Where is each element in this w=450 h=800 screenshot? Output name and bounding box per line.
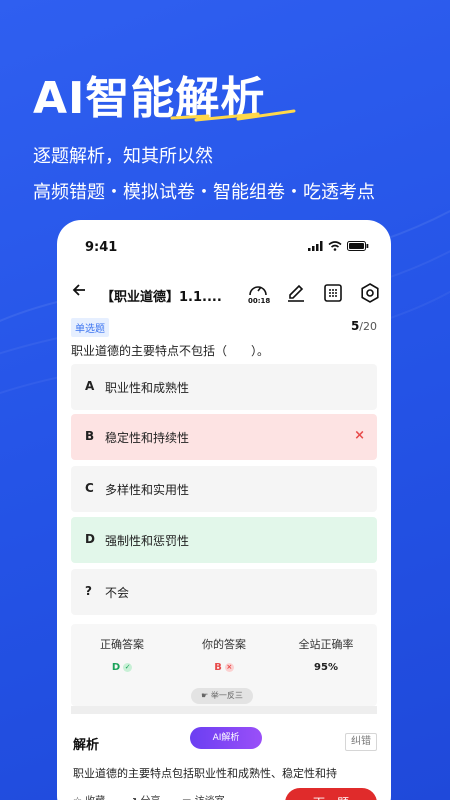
option-text: 强制性和惩罚性 [105, 534, 190, 548]
edit-icon[interactable] [285, 282, 307, 304]
cross-icon: × [224, 662, 234, 672]
option-a[interactable]: A 职业性和成熟性 [71, 364, 377, 410]
status-time: 9:41 [85, 240, 118, 255]
wifi-icon [328, 241, 342, 251]
option-letter: C [85, 481, 94, 495]
option-letter: D [85, 532, 95, 546]
option-text: 稳定性和持续性 [105, 431, 190, 445]
hero-underline-decoration [170, 109, 296, 122]
stat-accuracy-rate: 全站正确率 95% [275, 636, 377, 673]
your-answer-value: B [214, 662, 222, 673]
status-icons [308, 241, 369, 251]
question-type-badge: 单选题 [71, 318, 109, 337]
stat-your-answer: 你的答案 B × [173, 636, 275, 673]
option-unknown[interactable]: ? 不会 [71, 569, 377, 615]
hero-subtitle: 逐题解析，知其所以然 [33, 146, 213, 167]
favorite-button[interactable]: ☆ 收藏 [73, 792, 105, 800]
accuracy-rate-value: 95% [314, 662, 338, 673]
option-text: 多样性和实用性 [105, 483, 190, 497]
answer-card-icon[interactable] [322, 282, 344, 304]
option-text: 不会 [105, 586, 130, 600]
analysis-text: 职业道德的主要特点包括职业性和成熟性、稳定性和持 [73, 767, 337, 780]
check-icon: ✓ [123, 662, 133, 672]
option-letter: B [85, 429, 95, 443]
option-letter: A [85, 379, 95, 393]
analysis-title: 解析 [73, 738, 100, 753]
ai-analysis-button[interactable]: AI解析 [190, 727, 262, 749]
lecture-button[interactable]: ▭ 访谈室 [182, 792, 225, 800]
stat-label: 正确答案 [100, 638, 144, 651]
top-navigation: 【职业道德】1.1.... 00:18 [57, 280, 391, 310]
question-total: /20 [359, 320, 377, 333]
option-c[interactable]: C 多样性和实用性 [71, 466, 377, 512]
next-question-button[interactable]: 下一题 [285, 788, 377, 800]
stat-label: 全站正确率 [298, 638, 354, 651]
status-bar: 9:41 [57, 220, 391, 270]
battery-icon [347, 241, 369, 251]
stat-correct-answer: 正确答案 D ✓ [71, 636, 173, 673]
option-d[interactable]: D 强制性和惩罚性 [71, 517, 377, 563]
stat-label: 你的答案 [202, 638, 246, 651]
settings-icon[interactable] [359, 282, 381, 304]
page-title: 【职业道德】1.1.... [101, 290, 222, 305]
section-divider [71, 706, 377, 714]
question-text: 职业道德的主要特点不包括（ ）。 [71, 344, 270, 358]
signal-icon [308, 241, 323, 251]
wrong-mark-icon: × [354, 428, 365, 443]
option-b[interactable]: B 稳定性和持续性 × [71, 414, 377, 460]
back-arrow-icon[interactable] [71, 282, 87, 303]
phone-mockup: 9:41 【职业道德】1.1.... 00:18 单选题 5/20 职业道德的主… [57, 220, 391, 800]
timer-value: 00:18 [248, 297, 271, 305]
bottom-action-bar: ☆ 收藏 ↗ 分享 ▭ 访谈室 下一题 [57, 786, 391, 800]
question-counter: 5/20 [351, 319, 377, 333]
correct-answer-value: D [111, 662, 121, 673]
option-letter: ? [85, 584, 92, 598]
share-button[interactable]: ↗ 分享 [129, 792, 161, 800]
option-text: 职业性和成熟性 [105, 381, 190, 395]
hero-feature-list: 高频错题・模拟试卷・智能组卷・吃透考点 [33, 182, 375, 203]
expand-similar-button[interactable]: ☛ 举一反三 [191, 688, 253, 704]
report-error-button[interactable]: 纠错 [345, 733, 377, 751]
